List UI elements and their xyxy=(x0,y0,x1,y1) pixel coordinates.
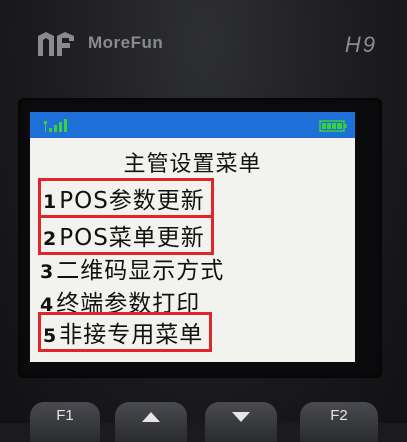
morefun-logo-icon xyxy=(38,32,74,56)
down-key[interactable] xyxy=(205,402,277,442)
menu-item-number: 5 xyxy=(43,325,58,347)
battery-full-icon xyxy=(319,120,347,132)
up-key[interactable] xyxy=(115,402,187,442)
status-bar xyxy=(30,112,355,138)
menu-item-label: 二维码显示方式 xyxy=(56,258,225,284)
up-arrow-icon xyxy=(142,412,160,422)
menu-item-number: 3 xyxy=(40,261,55,283)
menu-item-contactless-menu[interactable]: 5非接专用菜单 xyxy=(38,312,213,352)
down-arrow-icon xyxy=(232,412,250,422)
pos-terminal: MoreFun H9 主管设置菜单 1POS参数更新 2POS菜单更新 3二维码… xyxy=(0,0,407,442)
menu-title: 主管设置菜单 xyxy=(123,152,262,177)
model-name: H9 xyxy=(344,32,377,57)
menu-item-number: 2 xyxy=(43,228,58,250)
f2-key[interactable]: F2 xyxy=(300,402,378,442)
menu-item-qrcode-display[interactable]: 3二维码显示方式 xyxy=(40,251,224,285)
menu-item-number: 1 xyxy=(43,191,58,213)
menu-item-label: 非接专用菜单 xyxy=(59,322,204,348)
signal-strength-icon xyxy=(44,119,67,132)
menu-item-label: POS参数更新 xyxy=(59,188,205,214)
brand-name: MoreFun xyxy=(88,33,164,52)
menu-item-pos-param-update[interactable]: 1POS参数更新 xyxy=(38,178,214,218)
menu-item-pos-menu-update[interactable]: 2POS菜单更新 xyxy=(38,215,214,255)
keypad-row: F1 F2 xyxy=(0,392,407,442)
menu-item-label: POS菜单更新 xyxy=(59,225,205,251)
f1-key[interactable]: F1 xyxy=(30,402,100,442)
lcd-screen: 主管设置菜单 1POS参数更新 2POS菜单更新 3二维码显示方式 4终端参数打… xyxy=(30,112,355,362)
